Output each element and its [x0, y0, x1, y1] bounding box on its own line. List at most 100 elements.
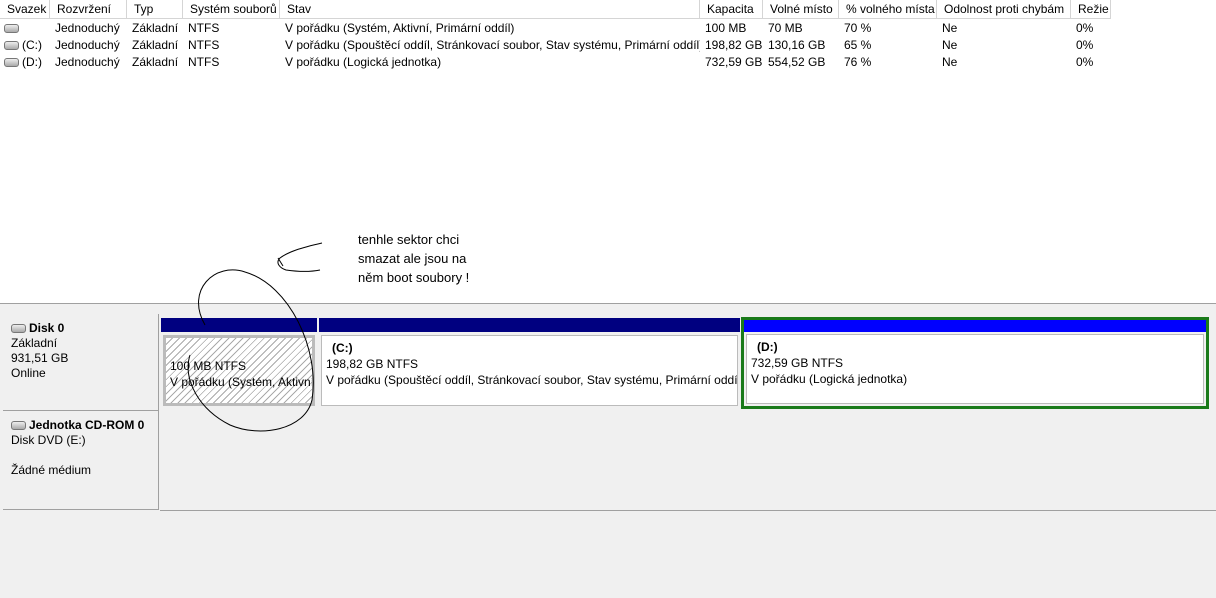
partition-size: 732,59 GB NTFS: [751, 356, 844, 370]
cell-text: 70 %: [844, 21, 872, 35]
column-header[interactable]: Rozvržení: [50, 0, 127, 19]
partition-label: (C:): [332, 341, 353, 355]
cdrom-name: Jednotka CD-ROM 0: [29, 418, 145, 432]
note-line: smazat ale jsou na: [358, 251, 467, 266]
partition-bar: [319, 318, 740, 332]
disk-type: Základní: [11, 336, 58, 350]
partition-c[interactable]: (C:) 198,82 GB NTFS V pořádku (Spouštěcí o…: [319, 318, 740, 408]
disk-graphic-pane: Disk 0 Základní 931,51 GB Online 100 MB …: [0, 309, 1216, 598]
table-cell: (C:): [0, 37, 50, 54]
table-cell: Ne: [937, 37, 1071, 54]
cell-text: V pořádku (Systém, Aktivní, Primární odd…: [285, 21, 515, 35]
volume-icon: [4, 41, 19, 51]
table-cell: 76 %: [839, 54, 937, 71]
disk-size: 931,51 GB: [11, 351, 69, 365]
table-cell: Základní: [127, 20, 183, 37]
partition-body: (C:) 198,82 GB NTFS V pořádku (Spouštěcí o…: [321, 335, 738, 406]
cdrom-label[interactable]: Jednotka CD-ROM 0 Disk DVD (E:) Žádné mé…: [3, 411, 159, 510]
disk-status: Online: [11, 366, 46, 380]
partition-status: V pořádku (Systém, Aktivní: [170, 375, 315, 389]
table-cell: 198,82 GB: [700, 37, 763, 54]
cell-text: Ne: [942, 38, 958, 52]
cell-text: 76 %: [844, 55, 872, 69]
partition-size: 100 MB NTFS: [170, 359, 247, 373]
annotation-note: tenhle sektor chci smazat ale jsou na ně…: [358, 230, 469, 287]
cdrom-type: Disk DVD (E:): [11, 433, 86, 447]
table-cell: 732,59 GB: [700, 54, 763, 71]
cell-text: 0%: [1076, 55, 1094, 69]
cell-text: 70 MB: [768, 21, 803, 35]
table-row[interactable]: (C:) Jednoduchý Základní NTFS V pořádku (Spo…: [0, 37, 1216, 54]
volume-icon: [4, 24, 19, 34]
cell-text: Základní: [132, 55, 179, 69]
cell-text: 65 %: [844, 38, 872, 52]
cell-text: V pořádku (Logická jednotka): [285, 55, 442, 69]
column-header[interactable]: Režie: [1071, 0, 1111, 19]
table-cell: 0%: [1071, 20, 1111, 37]
table-cell: Jednoduchý: [50, 54, 127, 71]
partition-system[interactable]: 100 MB NTFS V pořádku (Systém, Aktivní: [161, 318, 317, 408]
partition-label: [170, 342, 308, 358]
cell-text: V pořádku (Spouštěcí oddíl, Stránkovací …: [285, 38, 700, 52]
table-cell: 554,52 GB: [763, 54, 839, 71]
table-cell: NTFS: [183, 54, 280, 71]
partition-size: 198,82 GB NTFS: [326, 357, 419, 371]
cell-text: 0%: [1076, 21, 1094, 35]
disk-name: Disk 0: [29, 321, 65, 335]
table-cell: 70 MB: [763, 20, 839, 37]
table-cell: Základní: [127, 37, 183, 54]
volume-icon: [4, 58, 19, 68]
cell-text: 130,16 GB: [768, 38, 826, 52]
partition-label: (D:): [757, 340, 778, 354]
table-cell: [0, 20, 50, 37]
table-cell: V pořádku (Systém, Aktivní, Primární odd…: [280, 20, 700, 37]
cell-text: Základní: [132, 38, 179, 52]
cell-text: 0%: [1076, 38, 1094, 52]
column-header[interactable]: Kapacita: [700, 0, 763, 19]
column-header[interactable]: Svazek: [0, 0, 50, 19]
volume-list: Svazek Rozvržení Typ Systém souborů Stav Kapa…: [0, 0, 1216, 304]
column-header[interactable]: Volné místo: [763, 0, 839, 19]
column-header[interactable]: Systém souborů: [183, 0, 280, 19]
partition-d[interactable]: (D:) 732,59 GB NTFS V pořádku (Logická jed…: [741, 317, 1209, 409]
partition-bar: [744, 320, 1206, 332]
cell-text: Jednoduchý: [55, 55, 120, 69]
note-line: něm boot soubory !: [358, 270, 470, 285]
table-cell: 130,16 GB: [763, 37, 839, 54]
cdrom-area: [160, 411, 1216, 511]
table-cell: Ne: [937, 20, 1071, 37]
table-row[interactable]: (D:) Jednoduchý Základní NTFS V pořádku (Log…: [0, 54, 1216, 71]
table-cell: NTFS: [183, 37, 280, 54]
table-cell: Základní: [127, 54, 183, 71]
table-cell: NTFS: [183, 20, 280, 37]
column-header[interactable]: Odolnost proti chybám: [937, 0, 1071, 19]
table-cell: Jednoduchý: [50, 20, 127, 37]
cell-text: (D:): [22, 55, 42, 69]
cdrom-icon: [11, 421, 26, 431]
table-cell: 0%: [1071, 54, 1111, 71]
table-cell: V pořádku (Spouštěcí oddíl, Stránkovací …: [280, 37, 700, 54]
column-header[interactable]: Typ: [127, 0, 183, 19]
cell-text: 554,52 GB: [768, 55, 826, 69]
disk0-label[interactable]: Disk 0 Základní 931,51 GB Online: [3, 314, 159, 411]
partition-status: V pořádku (Logická jednotka): [751, 372, 908, 386]
partition-bar: [161, 318, 317, 332]
partition-body: (D:) 732,59 GB NTFS V pořádku (Logická jed…: [746, 334, 1204, 404]
disk-icon: [11, 324, 26, 334]
cell-text: NTFS: [188, 21, 220, 35]
cell-text: Ne: [942, 21, 958, 35]
table-cell: 100 MB: [700, 20, 763, 37]
cell-text: Ne: [942, 55, 958, 69]
partition-body: 100 MB NTFS V pořádku (Systém, Aktivní: [163, 335, 315, 406]
column-header[interactable]: Stav: [280, 0, 700, 19]
cell-text: 198,82 GB: [705, 38, 763, 52]
column-header[interactable]: % volného místa: [839, 0, 937, 19]
cdrom-status: Žádné médium: [11, 463, 92, 477]
table-cell: (D:): [0, 54, 50, 71]
table-cell: V pořádku (Logická jednotka): [280, 54, 700, 71]
table-cell: 0%: [1071, 37, 1111, 54]
table-row[interactable]: Jednoduchý Základní NTFS V pořádku (Systém,…: [0, 20, 1216, 37]
cell-text: 732,59 GB: [705, 55, 763, 69]
table-cell: 65 %: [839, 37, 937, 54]
cell-text: Základní: [132, 21, 179, 35]
